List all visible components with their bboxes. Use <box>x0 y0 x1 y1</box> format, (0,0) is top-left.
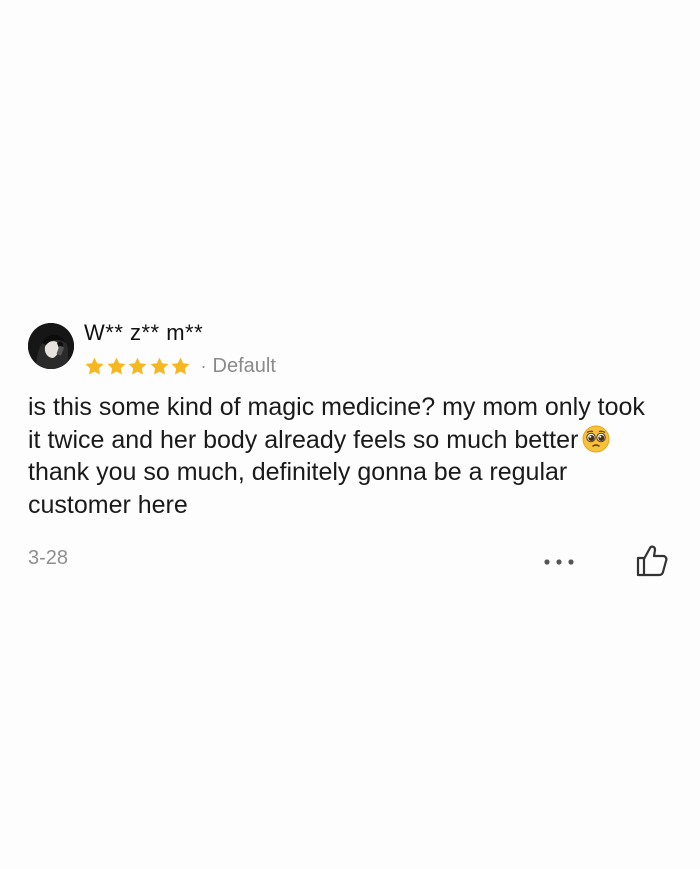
star-icon <box>171 357 190 375</box>
like-button[interactable] <box>634 543 670 579</box>
star-icon <box>128 357 147 375</box>
star-rating <box>84 356 192 377</box>
product-variant: Default <box>212 354 276 377</box>
review-card: W** z** m** · Default is this some kind … <box>28 318 678 579</box>
username[interactable]: W** z** m** <box>84 320 276 346</box>
review-text-part1: is this some kind of magic medicine? my … <box>28 393 645 454</box>
more-options-button[interactable] <box>542 555 576 569</box>
more-dots-icon <box>544 559 574 565</box>
star-icon <box>107 357 125 375</box>
star-icon <box>150 357 168 375</box>
review-meta: W** z** m** · Default <box>84 318 276 379</box>
review-footer: 3-28 <box>28 543 678 579</box>
avatar-image <box>28 323 74 369</box>
review-text: is this some kind of magic medicine? my … <box>28 391 658 521</box>
review-text-part2: thank you so much, definitely gonna be a… <box>28 458 568 519</box>
review-header: W** z** m** · Default <box>28 318 678 379</box>
review-date: 3-28 <box>28 547 69 569</box>
star-icon <box>85 357 104 375</box>
pleading-face-icon <box>582 425 610 453</box>
separator-dot: · <box>200 355 207 376</box>
rating-row: · Default <box>84 353 276 379</box>
thumbs-up-icon <box>636 545 668 577</box>
avatar[interactable] <box>28 323 74 369</box>
